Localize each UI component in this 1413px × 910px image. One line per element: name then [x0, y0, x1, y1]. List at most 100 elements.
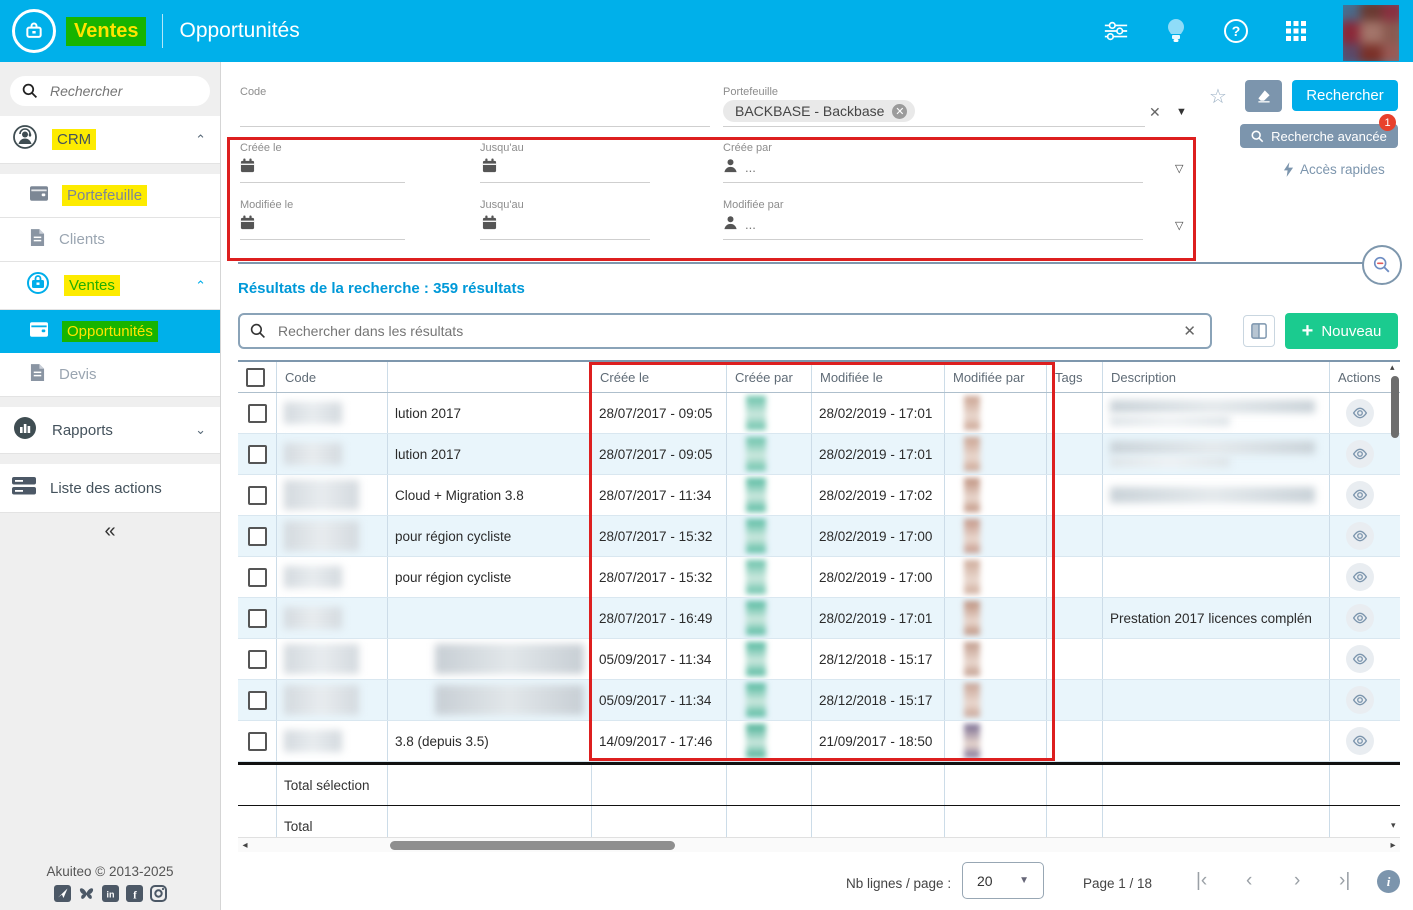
search-button[interactable]: Rechercher — [1292, 80, 1398, 111]
row-checkbox[interactable] — [248, 650, 267, 669]
portfolio-clear-icon[interactable]: ✕ — [1149, 104, 1161, 121]
row-checkbox[interactable] — [248, 568, 267, 587]
row-checkbox[interactable] — [248, 732, 267, 751]
collapse-search-panel-button[interactable] — [1362, 245, 1402, 285]
modified-by-dropdown-icon[interactable]: ▽ — [1175, 219, 1183, 232]
modified-by-input[interactable] — [723, 239, 1143, 240]
vertical-scrollbar[interactable]: ▴ — [1390, 362, 1401, 822]
column-header-modified[interactable]: Modifiée le — [812, 362, 945, 392]
table-row[interactable]: lution 201728/07/2017 - 09:0528/02/2019 … — [238, 434, 1400, 475]
facebook-icon[interactable]: f — [126, 885, 143, 902]
modified-by-placeholder[interactable]: ... — [745, 217, 756, 232]
view-eye-button[interactable] — [1346, 563, 1374, 591]
lightbulb-icon[interactable] — [1163, 18, 1189, 44]
created-by-placeholder[interactable]: ... — [745, 160, 756, 175]
column-header-modified-by[interactable]: Modifiée par — [945, 362, 1047, 392]
view-eye-button[interactable] — [1346, 399, 1374, 427]
row-checkbox[interactable] — [248, 486, 267, 505]
select-all-checkbox[interactable] — [246, 368, 265, 387]
butterfly-icon[interactable] — [78, 885, 95, 902]
view-eye-button[interactable] — [1346, 645, 1374, 673]
portfolio-dropdown-icon[interactable]: ▼ — [1176, 106, 1187, 118]
select-all-column[interactable] — [238, 362, 277, 392]
favorite-star-icon[interactable]: ☆ — [1209, 84, 1227, 109]
modified-to-input[interactable] — [480, 239, 650, 240]
portfolio-chip[interactable]: BACKBASE - Backbase ✕ — [723, 100, 915, 122]
filter-clear-icon[interactable]: ✕ — [1179, 322, 1200, 340]
scroll-right-icon[interactable]: ▸ — [1386, 840, 1400, 851]
row-checkbox[interactable] — [248, 609, 267, 628]
quick-access-link[interactable]: Accès rapides — [1283, 162, 1385, 177]
sidebar-item-crm[interactable]: CRM ⌃ — [0, 116, 220, 164]
sidebar-search[interactable] — [10, 76, 210, 106]
column-header-actions[interactable]: Actions — [1330, 362, 1390, 392]
settings-sliders-icon[interactable] — [1103, 18, 1129, 44]
calendar-icon[interactable] — [240, 215, 255, 230]
table-row[interactable]: pour région cycliste28/07/2017 - 15:3228… — [238, 557, 1400, 598]
sidebar-item-ventes[interactable]: Ventes ⌃ — [0, 262, 220, 310]
chevron-down-icon[interactable]: ⌄ — [195, 422, 206, 438]
first-page-button[interactable]: |‹ — [1196, 870, 1207, 892]
row-checkbox[interactable] — [248, 691, 267, 710]
rows-per-page-select[interactable]: 20 ▼ — [962, 862, 1044, 899]
new-button[interactable]: + Nouveau — [1285, 313, 1398, 349]
view-eye-button[interactable] — [1346, 727, 1374, 755]
scroll-up-icon[interactable]: ▴ — [1390, 362, 1395, 373]
row-checkbox[interactable] — [248, 404, 267, 423]
info-button[interactable]: i — [1377, 870, 1400, 893]
chevron-up-icon[interactable]: ⌃ — [195, 132, 206, 148]
person-icon[interactable] — [723, 158, 738, 173]
last-page-button[interactable]: ›| — [1339, 870, 1350, 892]
code-input[interactable] — [240, 126, 710, 127]
scroll-left-icon[interactable]: ◂ — [238, 840, 252, 851]
table-row[interactable]: 28/07/2017 - 16:4928/02/2019 - 17:01Pres… — [238, 598, 1400, 639]
column-header-created-by[interactable]: Créée par — [727, 362, 812, 392]
next-page-button[interactable]: › — [1294, 870, 1300, 892]
vertical-scroll-thumb[interactable] — [1391, 376, 1399, 438]
sidebar-item-clients[interactable]: Clients — [0, 218, 220, 262]
sidebar-item-rapports[interactable]: Rapports ⌄ — [0, 407, 220, 454]
paper-plane-icon[interactable] — [54, 885, 71, 902]
table-row[interactable]: 3.8 (depuis 3.5)14/09/2017 - 17:4621/09/… — [238, 721, 1400, 762]
calendar-icon[interactable] — [482, 215, 497, 230]
previous-page-button[interactable]: ‹ — [1246, 870, 1252, 892]
table-row[interactable]: lution 201728/07/2017 - 09:0528/02/2019 … — [238, 393, 1400, 434]
scroll-down-icon[interactable]: ▾ — [1391, 820, 1396, 831]
akuiteo-logo-icon[interactable] — [12, 9, 56, 53]
sidebar-item-liste-des-actions[interactable]: Liste des actions — [0, 464, 220, 513]
column-header-name[interactable] — [388, 362, 592, 392]
column-header-created[interactable]: Créée le — [592, 362, 727, 392]
table-row[interactable]: Cloud + Migration 3.828/07/2017 - 11:342… — [238, 475, 1400, 516]
apps-grid-icon[interactable] — [1283, 18, 1309, 44]
column-header-tags[interactable]: Tags — [1047, 362, 1103, 392]
created-by-input[interactable] — [723, 182, 1143, 183]
sidebar-item-portefeuille[interactable]: Portefeuille — [0, 174, 220, 218]
calendar-icon[interactable] — [482, 158, 497, 173]
view-eye-button[interactable] — [1346, 686, 1374, 714]
created-to-input[interactable] — [480, 182, 650, 183]
horizontal-scroll-thumb[interactable] — [390, 841, 675, 850]
created-by-dropdown-icon[interactable]: ▽ — [1175, 162, 1183, 175]
column-header-description[interactable]: Description — [1103, 362, 1330, 392]
results-filter-input[interactable] — [276, 322, 1179, 340]
sidebar-item-opportunites[interactable]: Opportunités — [0, 310, 220, 353]
chip-remove-icon[interactable]: ✕ — [892, 104, 907, 119]
table-row[interactable]: pour région cycliste28/07/2017 - 15:3228… — [238, 516, 1400, 557]
instagram-icon[interactable] — [150, 885, 167, 902]
sidebar-item-devis[interactable]: Devis — [0, 353, 220, 397]
view-eye-button[interactable] — [1346, 440, 1374, 468]
sidebar-collapse-button[interactable]: « — [0, 513, 220, 549]
view-eye-button[interactable] — [1346, 481, 1374, 509]
row-checkbox[interactable] — [248, 527, 267, 546]
view-eye-button[interactable] — [1346, 522, 1374, 550]
table-row[interactable]: 05/09/2017 - 11:3428/12/2018 - 15:17 — [238, 639, 1400, 680]
table-row[interactable]: 05/09/2017 - 11:3428/12/2018 - 15:17 — [238, 680, 1400, 721]
horizontal-scrollbar[interactable]: ◂ ▸ — [238, 837, 1400, 853]
user-avatar[interactable] — [1343, 5, 1399, 61]
linkedin-icon[interactable]: in — [102, 885, 119, 902]
row-checkbox[interactable] — [248, 445, 267, 464]
module-badge[interactable]: Ventes — [66, 17, 146, 46]
sidebar-search-input[interactable] — [48, 82, 192, 100]
chevron-up-icon[interactable]: ⌃ — [195, 278, 206, 294]
column-picker-button[interactable] — [1243, 315, 1275, 347]
